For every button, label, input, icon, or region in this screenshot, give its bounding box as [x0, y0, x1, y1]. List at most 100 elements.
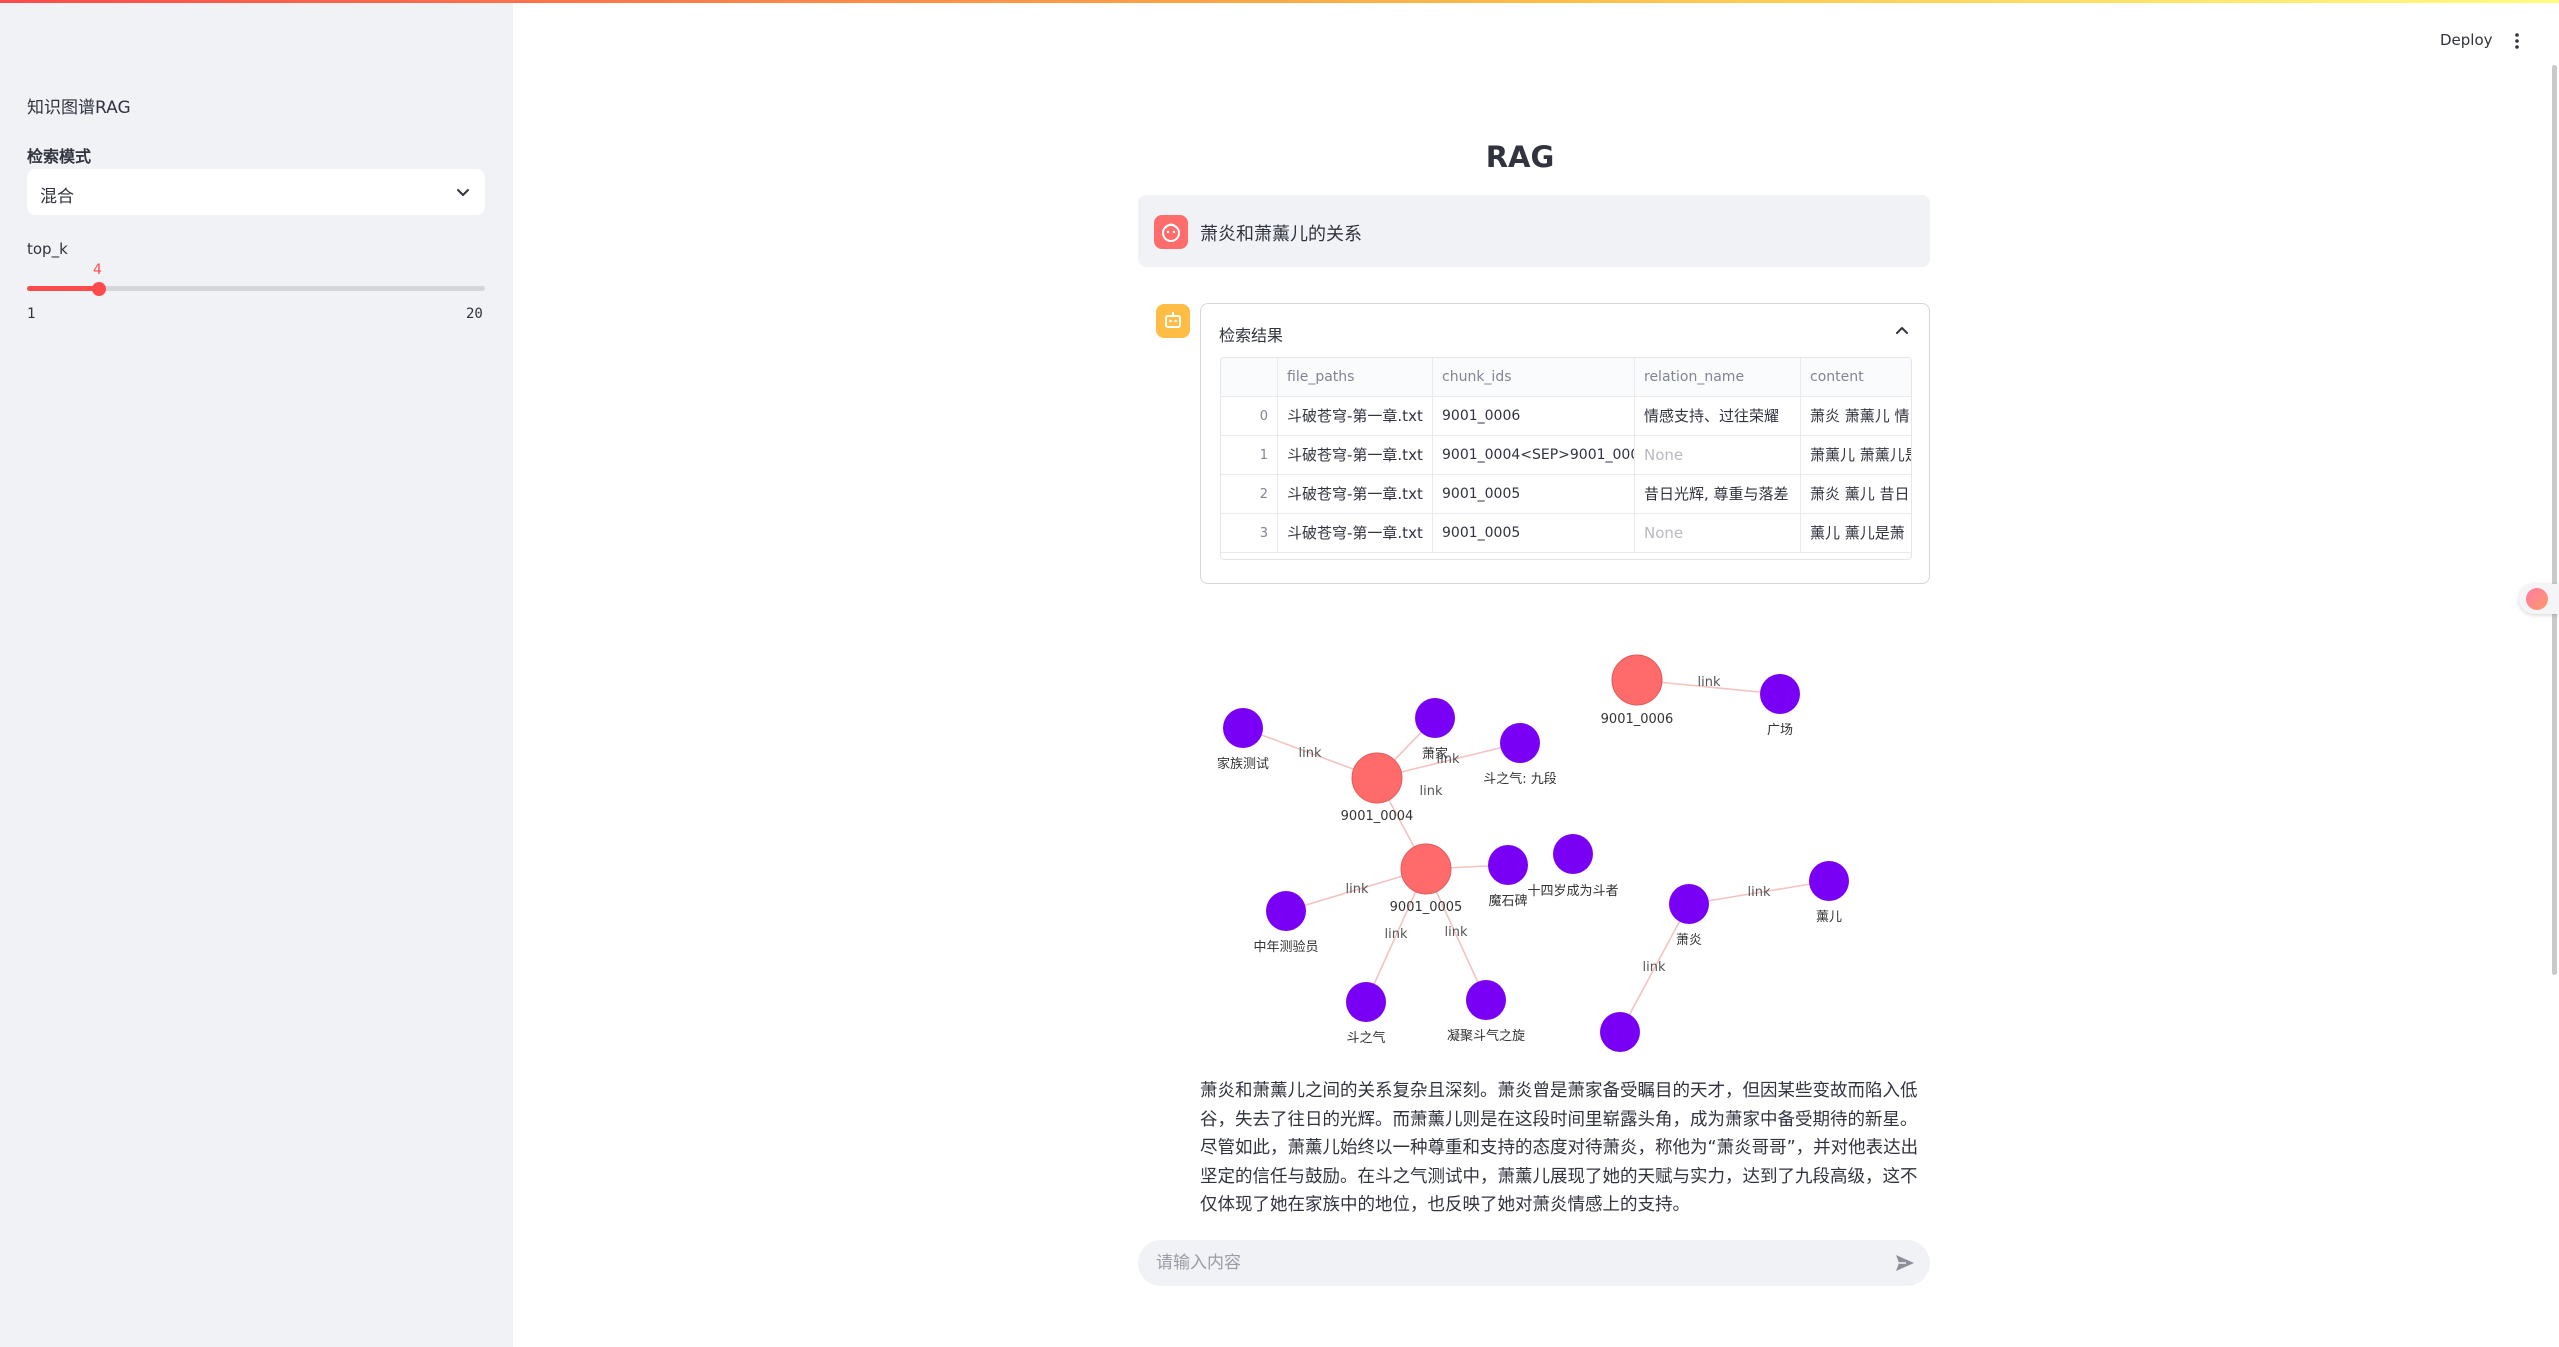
table-cell[interactable]: 萧炎 薰儿 昔日	[1801, 475, 1911, 514]
graph-node[interactable]	[1266, 891, 1306, 931]
edge-label: link	[1420, 784, 1443, 799]
node-label: 薰儿	[1816, 910, 1842, 925]
topk-slider-min: 1	[27, 306, 36, 322]
page-title: RAG	[1485, 140, 1555, 174]
table-cell[interactable]: 斗破苍穹-第一章.txt	[1278, 514, 1433, 553]
mode-label: 检索模式	[27, 147, 92, 166]
assistant-answer-text: 萧炎和萧薰儿之间的关系复杂且深刻。萧炎曾是萧家备受瞩目的天才，但因某些变故而陷入…	[1200, 1081, 1919, 1215]
graph-nodes	[1223, 654, 1849, 1052]
topk-slider-max: 20	[466, 306, 483, 322]
edge-label: link	[1299, 746, 1322, 761]
graph-node[interactable]	[1400, 843, 1452, 895]
table-cell[interactable]: 薰儿 薰儿是萧	[1801, 514, 1911, 553]
topk-slider-fill	[27, 286, 99, 291]
mode-select[interactable]: 混合	[27, 169, 485, 215]
graph-node[interactable]	[1600, 1012, 1640, 1052]
user-chat-message: 萧炎和萧薰儿的关系	[1138, 195, 1930, 267]
row-index-cell: 1	[1221, 436, 1278, 475]
node-label: 9001_0004	[1341, 809, 1414, 824]
table-cell[interactable]: 9001_0006	[1433, 397, 1635, 436]
send-icon[interactable]	[1894, 1252, 1916, 1274]
node-label: 十四岁成为斗者	[1527, 884, 1618, 899]
table-cell[interactable]: 斗破苍穹-第一章.txt	[1278, 475, 1433, 514]
table-header-cell[interactable]: relation_name	[1635, 358, 1801, 397]
node-label: 萧炎	[1676, 933, 1702, 948]
graph-node[interactable]	[1669, 884, 1709, 924]
table-cell[interactable]: 9001_0004<SEP>9001_0006	[1433, 436, 1635, 475]
chat-input[interactable]	[1156, 1252, 1856, 1274]
graph-node[interactable]	[1500, 723, 1540, 763]
table-cell[interactable]: 情感支持、过往荣耀	[1635, 397, 1801, 436]
graph-node[interactable]	[1346, 982, 1386, 1022]
edge-label: link	[1698, 675, 1721, 690]
graph-node[interactable]	[1611, 654, 1663, 706]
row-index-cell: 3	[1221, 514, 1278, 553]
sidebar-title: 知识图谱RAG	[27, 98, 131, 118]
graph-node[interactable]	[1415, 698, 1455, 738]
table-header-row: file_paths chunk_ids relation_name conte…	[1221, 358, 1911, 397]
table-cell[interactable]: 萧炎 萧薰儿 情	[1801, 397, 1911, 436]
node-label: 9001_0005	[1390, 900, 1463, 915]
edge-label: link	[1385, 927, 1408, 942]
table-header-cell[interactable]: chunk_ids	[1433, 358, 1635, 397]
table-header-cell	[1221, 358, 1278, 397]
graph-node-labels: 9001_0006 广场 家族测试 萧家 斗之气: 九段 9001_0004 9…	[1217, 712, 1842, 1046]
row-index-cell: 2	[1221, 475, 1278, 514]
user-message-text: 萧炎和萧薰儿的关系	[1200, 224, 1362, 245]
table-cell[interactable]: 9001_0005	[1433, 475, 1635, 514]
page-scrollbar[interactable]	[2552, 65, 2557, 975]
user-avatar-icon	[1154, 215, 1188, 249]
table-cell[interactable]: None	[1635, 514, 1801, 553]
edge-label: link	[1643, 960, 1666, 975]
table-row[interactable]: 2 斗破苍穹-第一章.txt 9001_0005 昔日光辉, 尊重与落差 萧炎 …	[1221, 475, 1911, 514]
table-cell[interactable]: 昔日光辉, 尊重与落差	[1635, 475, 1801, 514]
node-label: 萧家	[1422, 746, 1448, 762]
table-row[interactable]: 0 斗破苍穹-第一章.txt 9001_0006 情感支持、过往荣耀 萧炎 萧薰…	[1221, 397, 1911, 436]
table-cell[interactable]: 萧薰儿 萧薰儿是	[1801, 436, 1911, 475]
table-row[interactable]: 3 斗破苍穹-第一章.txt 9001_0005 None 薰儿 薰儿是萧	[1221, 514, 1911, 553]
edge-label: link	[1748, 885, 1771, 900]
node-label: 中年测验员	[1253, 939, 1318, 955]
table-cell[interactable]: 斗破苍穹-第一章.txt	[1278, 436, 1433, 475]
row-index-cell: 0	[1221, 397, 1278, 436]
assistant-avatar-icon	[1156, 304, 1190, 338]
graph-node[interactable]	[1351, 752, 1403, 804]
node-label: 斗之气	[1346, 1030, 1385, 1046]
sidebar: 知识图谱RAG 检索模式 混合 top_k 4 1 20	[0, 3, 513, 1347]
table-header-cell[interactable]: file_paths	[1278, 358, 1433, 397]
table-cell[interactable]: 斗破苍穹-第一章.txt	[1278, 397, 1433, 436]
topk-label: top_k	[27, 240, 68, 258]
graph-node[interactable]	[1553, 834, 1593, 874]
graph-node[interactable]	[1488, 845, 1528, 885]
graph-node[interactable]	[1809, 861, 1849, 901]
node-label: 广场	[1767, 723, 1793, 738]
node-label: 家族测试	[1217, 756, 1269, 772]
table-cell[interactable]: 9001_0005	[1433, 514, 1635, 553]
node-label: 斗之气: 九段	[1483, 771, 1557, 787]
graph-node[interactable]	[1223, 708, 1263, 748]
edge-label: link	[1445, 925, 1468, 940]
translate-icon[interactable]	[2519, 584, 2559, 614]
node-label: 魔石碑	[1488, 893, 1527, 909]
deploy-button[interactable]: Deploy	[2440, 31, 2493, 49]
more-menu-icon[interactable]	[2513, 31, 2521, 51]
mode-select-value: 混合	[40, 187, 74, 207]
chat-input-bar	[1138, 1240, 1930, 1286]
graph-edge-labels: link link link link link link link link …	[1299, 675, 1771, 975]
table-header-cell[interactable]: content	[1801, 358, 1911, 397]
node-label: 9001_0006	[1601, 712, 1674, 727]
edge-label: link	[1346, 882, 1369, 897]
topk-slider-thumb[interactable]	[92, 282, 106, 296]
results-dataframe[interactable]: file_paths chunk_ids relation_name conte…	[1220, 357, 1912, 560]
graph-node[interactable]	[1466, 980, 1506, 1020]
graph-node[interactable]	[1760, 674, 1800, 714]
table-row[interactable]: 1 斗破苍穹-第一章.txt 9001_0004<SEP>9001_0006 N…	[1221, 436, 1911, 475]
topk-slider-value: 4	[93, 262, 102, 278]
knowledge-graph[interactable]: link link link link link link link link …	[1200, 640, 1930, 1060]
node-label: 凝聚斗气之旋	[1447, 1028, 1525, 1044]
table-cell[interactable]: None	[1635, 436, 1801, 475]
expander-title[interactable]: 检索结果	[1219, 322, 1283, 346]
chevron-down-icon	[457, 189, 469, 196]
retrieval-results-expander: 检索结果 file_paths chunk_ids relation_name …	[1200, 303, 1930, 584]
chevron-up-icon[interactable]	[1895, 324, 1909, 338]
